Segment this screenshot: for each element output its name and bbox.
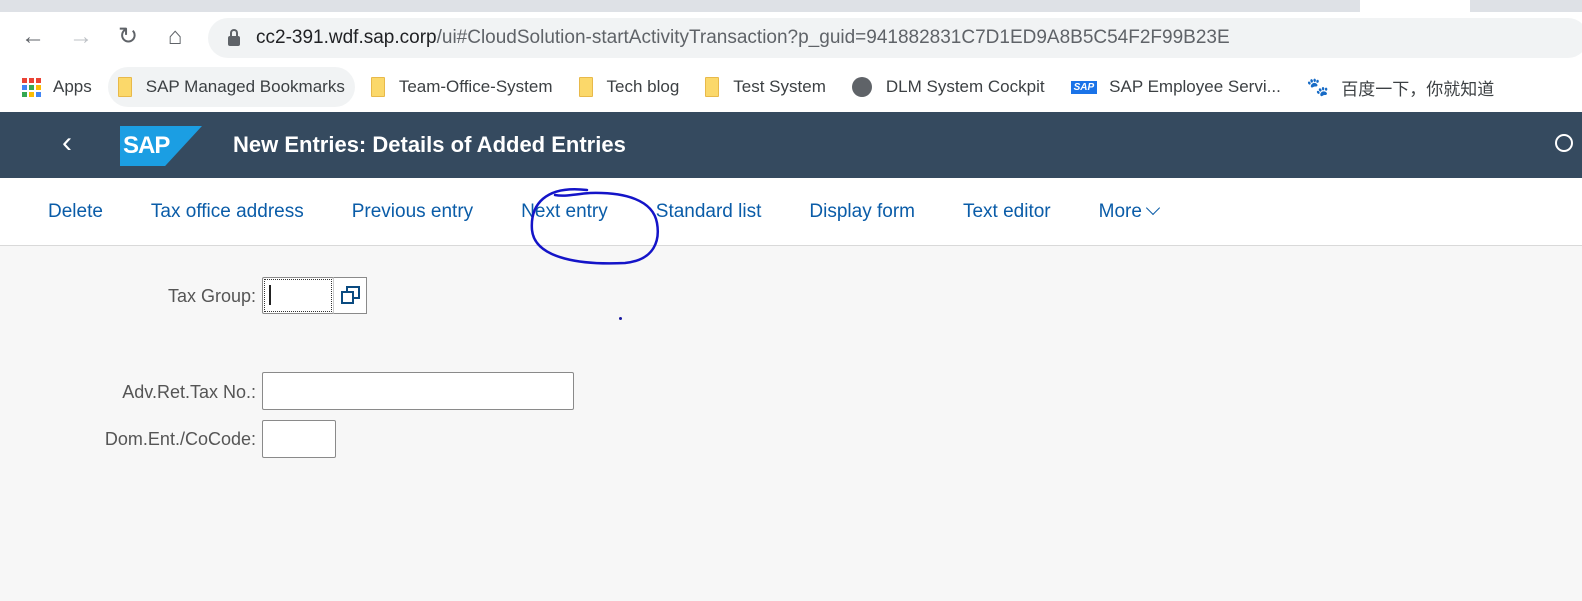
bookmark-test-system[interactable]: Test System	[695, 67, 836, 107]
bookmark-label: SAP Employee Servi...	[1109, 77, 1281, 96]
display-form-button[interactable]: Display form	[809, 201, 915, 223]
bookmark-label: Team-Office-System	[398, 77, 553, 96]
search-icon[interactable]	[1555, 134, 1573, 152]
bookmark-label: Apps	[53, 77, 92, 96]
more-label: More	[1098, 200, 1142, 222]
shell-bar: ‹ SAP New Entries: Details of Added Entr…	[0, 112, 1582, 178]
more-button[interactable]: More	[1098, 200, 1160, 223]
bookmarks-bar: Apps SAP Managed Bookmarks Team-Office-S…	[0, 62, 1582, 112]
sap-logo[interactable]: SAP	[120, 126, 202, 166]
baidu-paw-icon: 🐾	[1306, 76, 1330, 97]
page-title: New Entries: Details of Added Entries	[233, 132, 626, 157]
text-editor-button[interactable]: Text editor	[963, 201, 1051, 223]
url-host: cc2-391.wdf.sap.corp	[256, 27, 437, 48]
standard-list-button[interactable]: Standard list	[656, 201, 762, 223]
dom-ent-cocode-input[interactable]	[262, 420, 336, 458]
adv-ret-tax-no-input[interactable]	[262, 372, 574, 410]
next-entry-button[interactable]: Next entry	[521, 201, 608, 223]
folder-icon	[370, 77, 385, 97]
adv-ret-tax-no-label: Adv.Ret.Tax No.:	[122, 382, 256, 402]
chevron-down-icon	[1145, 200, 1160, 215]
text-caret	[269, 285, 271, 305]
bookmark-tech-blog[interactable]: Tech blog	[569, 67, 690, 107]
tax-group-label: Tax Group:	[167, 286, 256, 306]
back-chevron-icon[interactable]: ‹	[62, 128, 72, 158]
browser-navbar: ← → ↻ ⌂ cc2-391.wdf.sap.corp/ui#CloudSol…	[0, 12, 1582, 62]
previous-entry-button[interactable]: Previous entry	[352, 201, 473, 223]
annotation-dot	[619, 317, 622, 320]
dom-ent-cocode-label: Dom.Ent./CoCode:	[104, 429, 256, 449]
bookmark-label: SAP Managed Bookmarks	[145, 77, 345, 96]
forward-arrow-icon[interactable]: →	[66, 22, 96, 52]
address-bar[interactable]: cc2-391.wdf.sap.corp/ui#CloudSolution-st…	[208, 18, 1582, 58]
bookmark-label: 百度一下，你就知道	[1341, 79, 1495, 99]
tab-strip	[0, 0, 1582, 12]
value-help-button[interactable]	[333, 277, 367, 314]
bookmark-team-office[interactable]: Team-Office-System	[361, 67, 563, 107]
bookmark-label: DLM System Cockpit	[885, 77, 1045, 96]
back-arrow-icon[interactable]: ←	[18, 22, 48, 52]
sap-icon: SAP	[1070, 80, 1098, 94]
url-path: /ui#CloudSolution-startActivityTransacti…	[436, 27, 1230, 48]
bookmark-label: Tech blog	[606, 77, 680, 96]
folder-icon	[578, 77, 593, 97]
bookmark-apps[interactable]: Apps	[12, 67, 102, 107]
bookmark-label: Test System	[733, 77, 826, 96]
tax-office-address-button[interactable]: Tax office address	[151, 201, 304, 223]
lock-icon	[228, 29, 240, 46]
action-toolbar: Delete Tax office address Previous entry…	[0, 178, 1582, 246]
bookmark-dlm[interactable]: DLM System Cockpit	[842, 67, 1055, 107]
active-tab[interactable]	[1360, 0, 1470, 12]
delete-button[interactable]: Delete	[48, 201, 103, 223]
home-icon[interactable]: ⌂	[160, 22, 190, 52]
bookmark-sap-employee[interactable]: SAP SAP Employee Servi...	[1061, 67, 1291, 107]
globe-icon	[851, 77, 872, 97]
folder-icon	[705, 77, 720, 97]
folder-icon	[117, 77, 132, 97]
reload-icon[interactable]: ↻	[113, 22, 143, 52]
bookmark-sap-managed[interactable]: SAP Managed Bookmarks	[107, 67, 355, 107]
value-help-icon	[341, 286, 360, 304]
bookmark-baidu[interactable]: 🐾 百度一下，你就知道	[1297, 67, 1504, 107]
apps-grid-icon	[22, 77, 41, 97]
tax-group-input[interactable]	[262, 277, 334, 314]
